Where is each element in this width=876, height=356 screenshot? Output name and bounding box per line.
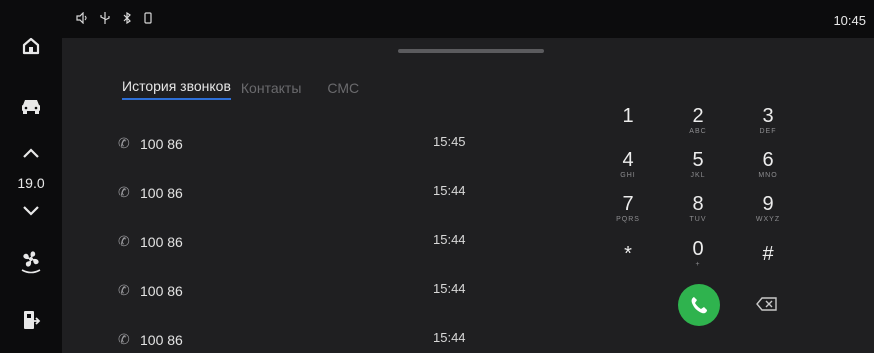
key-6[interactable]: 6 MNO — [738, 149, 798, 193]
key-digit: 0 — [692, 238, 704, 260]
usb-icon — [100, 12, 110, 24]
call-time: 15:44 — [433, 183, 466, 198]
call-number: 100 86 — [140, 283, 183, 299]
key-letters: DEF — [759, 128, 777, 135]
temperature-display: 19.0 — [0, 172, 62, 194]
key-digit: 8 — [692, 193, 704, 215]
key-digit: # — [762, 243, 774, 265]
outgoing-call-icon: ✆ — [118, 233, 130, 249]
phone-icon — [144, 12, 152, 24]
car-icon — [22, 100, 40, 114]
key-1[interactable]: 1 — [598, 105, 658, 149]
fan-icon — [21, 251, 41, 274]
call-time: 15:44 — [433, 232, 466, 247]
bluetooth-icon — [123, 12, 131, 24]
tab-call-history[interactable]: История звонков — [122, 78, 231, 100]
call-history-row[interactable]: ✆ 100 86 15:44 — [118, 277, 478, 307]
chevron-down-icon — [23, 206, 39, 216]
outgoing-call-icon: ✆ — [118, 184, 130, 200]
call-history-row[interactable]: ✆ 100 86 15:44 — [118, 179, 478, 209]
key-hash[interactable]: # — [738, 243, 798, 287]
fan-button[interactable] — [0, 246, 62, 278]
call-history-row[interactable]: ✆ 100 86 15:44 — [118, 228, 478, 258]
call-history-row[interactable]: ✆ 100 86 15:45 — [118, 130, 478, 160]
key-letters: ABC — [689, 128, 707, 135]
call-number: 100 86 — [140, 185, 183, 201]
call-number: 100 86 — [140, 136, 183, 152]
key-0[interactable]: 0 + — [668, 238, 728, 282]
call-number: 100 86 — [140, 234, 183, 250]
key-letters: PQRS — [616, 216, 640, 223]
exit-icon — [24, 311, 41, 329]
key-letters: GHI — [620, 172, 636, 179]
phone-call-icon — [691, 297, 707, 314]
call-time: 15:45 — [433, 134, 466, 149]
status-bar: 10:45 — [62, 0, 874, 38]
call-time: 15:44 — [433, 330, 466, 345]
key-3[interactable]: 3 DEF — [738, 105, 798, 149]
volume-icon — [76, 12, 87, 24]
outgoing-call-icon: ✆ — [118, 282, 130, 298]
key-letters: TUV — [689, 216, 707, 223]
temp-up-button[interactable] — [0, 142, 62, 164]
exit-button[interactable] — [0, 306, 62, 334]
backspace-icon — [756, 297, 777, 311]
left-rail: 19.0 — [0, 0, 62, 353]
key-letters: + — [695, 261, 701, 268]
drag-handle[interactable] — [398, 49, 544, 53]
temperature-value: 19.0 — [17, 175, 45, 191]
key-digit: 1 — [622, 105, 634, 127]
key-digit: 5 — [692, 149, 704, 171]
key-letters: JKL — [690, 172, 706, 179]
key-2[interactable]: 2 ABC — [668, 105, 728, 149]
key-letters: MNO — [758, 172, 778, 179]
car-button[interactable] — [0, 92, 62, 120]
key-8[interactable]: 8 TUV — [668, 193, 728, 237]
key-digit: 2 — [692, 105, 704, 127]
key-digit: 9 — [762, 193, 774, 215]
clock: 10:45 — [833, 13, 866, 28]
key-star[interactable]: * — [598, 243, 658, 287]
key-4[interactable]: 4 GHI — [598, 149, 658, 193]
home-icon — [22, 37, 40, 55]
home-button[interactable] — [0, 32, 62, 60]
key-digit: 6 — [762, 149, 774, 171]
outgoing-call-icon: ✆ — [118, 331, 130, 347]
temp-down-button[interactable] — [0, 200, 62, 222]
backspace-button[interactable] — [756, 296, 778, 312]
tab-sms[interactable]: СМС — [327, 80, 359, 100]
key-5[interactable]: 5 JKL — [668, 149, 728, 193]
tab-contacts[interactable]: Контакты — [241, 80, 301, 100]
key-digit: 7 — [622, 193, 634, 215]
key-7[interactable]: 7 PQRS — [598, 193, 658, 237]
key-9[interactable]: 9 WXYZ — [738, 193, 798, 237]
key-digit: 3 — [762, 105, 774, 127]
head-unit-screen: 19.0 10:45 История звонков Контакты СМС … — [0, 0, 874, 353]
key-letters: WXYZ — [755, 216, 781, 223]
call-time: 15:44 — [433, 281, 466, 296]
outgoing-call-icon: ✆ — [118, 135, 130, 151]
phone-tabs: История звонков Контакты СМС — [122, 78, 369, 100]
call-history-row[interactable]: ✆ 100 86 15:44 — [118, 326, 478, 356]
key-digit: * — [624, 243, 632, 265]
phone-panel: История звонков Контакты СМС ✆ 100 86 15… — [62, 38, 874, 353]
status-icons — [76, 12, 152, 24]
chevron-up-icon — [23, 148, 39, 158]
call-number: 100 86 — [140, 332, 183, 348]
call-button[interactable] — [678, 284, 720, 326]
key-digit: 4 — [622, 149, 634, 171]
